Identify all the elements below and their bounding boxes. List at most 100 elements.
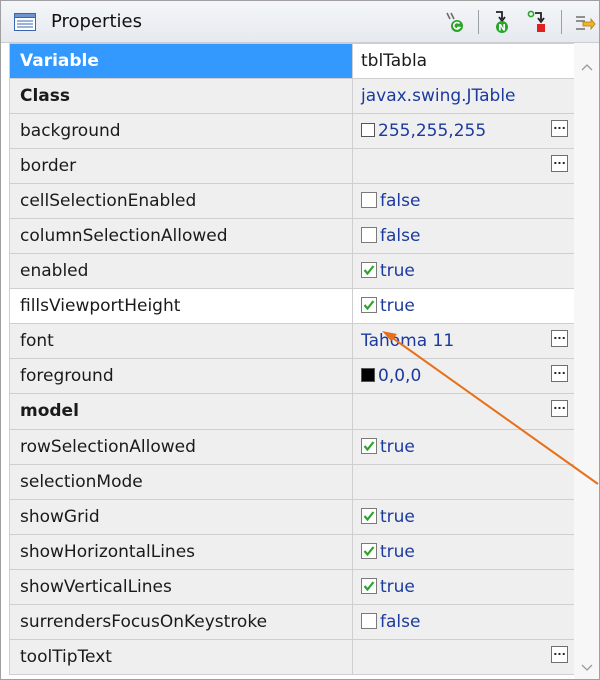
property-value-cell[interactable]: true [352, 498, 575, 535]
property-name: showVerticalLines [9, 568, 353, 605]
go-to-definition-icon[interactable]: N [490, 10, 514, 34]
property-value-cell[interactable]: tblTabla [352, 42, 575, 80]
scroll-up-icon[interactable] [581, 56, 593, 71]
property-row[interactable]: background 255,255,255... [9, 113, 575, 150]
property-value-cell[interactable]: ... [352, 393, 575, 430]
property-value-cell[interactable]: true [352, 253, 575, 290]
property-value: true [380, 506, 415, 527]
property-value-cell[interactable]: true [352, 288, 575, 325]
ellipsis-button[interactable]: ... [551, 365, 568, 383]
property-value-cell[interactable] [352, 463, 575, 500]
properties-view-icon [14, 13, 36, 31]
property-name: cellSelectionEnabled [9, 183, 353, 220]
property-value-cell[interactable]: false [352, 218, 575, 255]
property-value: false [380, 611, 421, 632]
property-row[interactable]: enabled true [9, 253, 575, 290]
property-value: false [380, 226, 421, 247]
property-value-cell[interactable]: ... [352, 638, 575, 676]
property-value: false [380, 191, 421, 212]
property-row[interactable]: Class javax.swing.JTable [9, 78, 575, 115]
color-swatch [361, 368, 375, 383]
checkbox-checked-icon[interactable] [361, 542, 377, 559]
checkbox-checked-icon[interactable] [361, 262, 377, 279]
property-name: fillsViewportHeight [9, 288, 353, 325]
checkbox-unchecked-icon[interactable] [361, 227, 377, 244]
property-name: columnSelectionAllowed [9, 218, 353, 255]
property-value: Tahoma 11 [361, 331, 455, 352]
property-value: true [380, 541, 415, 562]
toolbar-separator [561, 10, 562, 34]
property-name: showGrid [9, 498, 353, 535]
property-value: 255,255,255 [378, 121, 487, 142]
property-value-cell[interactable]: ... [352, 148, 575, 185]
property-row[interactable]: cellSelectionEnabled false [9, 183, 575, 220]
property-name: font [9, 323, 353, 360]
property-row[interactable]: font Tahoma 11... [9, 323, 575, 360]
property-name: toolTipText [9, 638, 353, 676]
pin-properties-icon[interactable] [572, 10, 596, 34]
vertical-scrollbar[interactable] [574, 43, 599, 679]
property-name: Class [9, 78, 353, 115]
property-row[interactable]: border... [9, 148, 575, 185]
panel-title: Properties [51, 11, 142, 32]
ellipsis-button[interactable]: ... [551, 400, 568, 418]
property-value-cell[interactable]: false [352, 183, 575, 220]
property-row[interactable]: toolTipText... [9, 638, 575, 676]
property-name: rowSelectionAllowed [9, 428, 353, 465]
property-value-cell[interactable]: true [352, 533, 575, 570]
property-name: Variable [9, 42, 353, 80]
expand-properties-icon[interactable] [526, 10, 550, 34]
ellipsis-button[interactable]: ... [551, 645, 568, 663]
checkbox-unchecked-icon[interactable] [361, 192, 377, 209]
property-name: model [9, 393, 353, 430]
property-name: showHorizontalLines [9, 533, 353, 570]
property-row[interactable]: Variable tblTabla [9, 42, 575, 80]
property-value-cell[interactable]: javax.swing.JTable [352, 78, 575, 115]
property-value-cell[interactable]: 0,0,0... [352, 358, 575, 395]
property-name: border [9, 148, 353, 185]
property-row[interactable]: showGrid true [9, 498, 575, 535]
property-value-cell[interactable]: 255,255,255... [352, 113, 575, 150]
property-row[interactable]: foreground 0,0,0... [9, 358, 575, 395]
property-row[interactable]: fillsViewportHeight true [9, 288, 575, 325]
checkbox-checked-icon[interactable] [361, 577, 377, 594]
property-name: foreground [9, 358, 353, 395]
property-table: Variable tblTabla Class javax.swing.JTable b… [9, 42, 575, 676]
property-row[interactable]: selectionMode [9, 463, 575, 500]
property-value: tblTabla [361, 51, 428, 72]
property-name: enabled [9, 253, 353, 290]
color-swatch [361, 123, 375, 138]
show-events-icon[interactable] [442, 10, 466, 34]
property-row[interactable]: showHorizontalLines true [9, 533, 575, 570]
checkbox-unchecked-icon[interactable] [361, 612, 377, 629]
property-value-cell[interactable]: Tahoma 11... [352, 323, 575, 360]
property-row[interactable]: rowSelectionAllowed true [9, 428, 575, 465]
property-value: true [380, 261, 415, 282]
svg-text:N: N [498, 24, 506, 34]
property-row[interactable]: columnSelectionAllowed false [9, 218, 575, 255]
property-value: javax.swing.JTable [361, 86, 516, 107]
checkbox-checked-icon[interactable] [361, 437, 377, 454]
property-name: surrendersFocusOnKeystroke [9, 603, 353, 640]
toolbar-separator [478, 10, 479, 34]
checkbox-checked-icon[interactable] [361, 507, 377, 524]
checkbox-checked-icon[interactable] [361, 297, 377, 314]
ellipsis-button[interactable]: ... [551, 155, 568, 173]
property-value: true [380, 296, 415, 317]
property-row[interactable]: surrendersFocusOnKeystroke false [9, 603, 575, 640]
property-value: true [380, 576, 415, 597]
ellipsis-button[interactable]: ... [551, 120, 568, 138]
scroll-down-icon[interactable] [581, 657, 593, 671]
property-name: selectionMode [9, 463, 353, 500]
property-value: true [380, 436, 415, 457]
properties-header: Properties N [1, 1, 599, 43]
properties-panel: Properties N Variable tblTabla Class jav… [0, 0, 600, 680]
property-row[interactable]: model... [9, 393, 575, 430]
ellipsis-button[interactable]: ... [551, 330, 568, 348]
property-name: background [9, 113, 353, 150]
property-value-cell[interactable]: true [352, 428, 575, 465]
property-row[interactable]: showVerticalLines true [9, 568, 575, 605]
property-value: 0,0,0 [378, 366, 422, 387]
property-value-cell[interactable]: true [352, 568, 575, 605]
property-value-cell[interactable]: false [352, 603, 575, 640]
